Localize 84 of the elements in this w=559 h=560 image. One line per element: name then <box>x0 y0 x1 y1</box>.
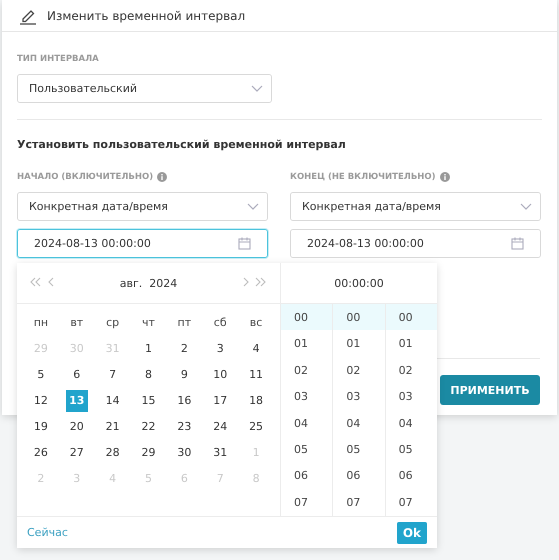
chevron-left-icon <box>48 277 54 287</box>
info-icon <box>157 172 168 182</box>
calendar-day[interactable]: 25 <box>245 416 268 438</box>
section-heading: Установить пользовательский временной интервал <box>17 138 347 151</box>
time-option[interactable]: 05 <box>281 436 332 462</box>
time-option[interactable]: 06 <box>386 462 437 489</box>
dialog-title: Изменить временной интервал <box>47 8 246 22</box>
time-option[interactable]: 06 <box>281 462 332 489</box>
time-option[interactable]: 03 <box>333 383 385 410</box>
calendar-day[interactable]: 21 <box>102 416 124 438</box>
mode-select[interactable]: Конкретная дата/время <box>290 192 541 221</box>
time-option[interactable]: 00 <box>386 304 437 330</box>
calendar-day[interactable]: 24 <box>209 416 232 438</box>
calendar-day[interactable]: 27 <box>66 442 88 464</box>
calendar-day[interactable]: 5 <box>30 364 52 386</box>
time-option[interactable]: 01 <box>386 330 437 357</box>
time-option[interactable]: 01 <box>281 330 332 357</box>
calendar-day[interactable]: 9 <box>173 364 196 386</box>
info-icon <box>440 172 450 182</box>
time-option[interactable]: 02 <box>386 356 437 384</box>
interval-type-select[interactable]: Пользовательский <box>17 74 272 103</box>
time-option[interactable]: 07 <box>281 488 332 516</box>
calendar-day[interactable]: 6 <box>66 364 88 386</box>
month-label: авг. 2024 <box>118 276 178 290</box>
mode-select[interactable]: Конкретная дата/время <box>17 192 268 221</box>
time-option[interactable]: 03 <box>386 383 437 410</box>
weekday-label: вт <box>69 315 84 331</box>
calendar-day[interactable]: 31 <box>209 442 232 464</box>
calendar-day[interactable]: 17 <box>209 390 232 412</box>
calendar-day[interactable]: 14 <box>102 390 124 412</box>
calendar-day[interactable]: 16 <box>173 390 196 412</box>
time-option[interactable]: 04 <box>386 410 437 436</box>
weekday-label: ср <box>105 315 120 331</box>
datetime-field[interactable]: 2024-08-13 00:00:00 <box>290 229 541 258</box>
weekday-label: чт <box>141 315 156 331</box>
double-chevron-left-icon <box>30 277 42 287</box>
field-label: КОНЕЦ (НЕ ВКЛЮЧИТЕЛЬНО) <box>290 172 436 182</box>
time-option[interactable]: 04 <box>281 410 332 436</box>
calendar-day[interactable]: 7 <box>102 364 124 386</box>
calendar-day[interactable]: 10 <box>209 364 232 386</box>
apply-button[interactable]: ПРИМЕНИТЬ <box>440 375 540 405</box>
time-option[interactable]: 03 <box>281 383 332 410</box>
chevron-right-icon <box>243 277 249 287</box>
calendar-day[interactable]: 4 <box>245 338 268 360</box>
time-option[interactable]: 04 <box>333 410 385 436</box>
calendar-day[interactable]: 11 <box>245 364 268 386</box>
weekday-label: вс <box>248 315 264 331</box>
time-option[interactable]: 05 <box>333 436 385 462</box>
calendar-icon <box>238 237 251 250</box>
calendar-day[interactable]: 23 <box>173 416 196 438</box>
field-label: НАЧАЛО (ВКЛЮЧИТЕЛЬНО) <box>17 172 154 182</box>
calendar-icon <box>511 237 524 250</box>
time-option[interactable]: 00 <box>281 304 332 330</box>
calendar-day[interactable]: 15 <box>137 390 160 412</box>
time-option[interactable]: 05 <box>386 436 437 462</box>
weekday-label: пн <box>32 315 50 331</box>
calendar-day[interactable]: 30 <box>173 442 196 464</box>
calendar-day[interactable]: 26 <box>30 442 52 464</box>
time-option[interactable]: 07 <box>386 488 437 516</box>
time-option[interactable]: 00 <box>333 304 385 330</box>
calendar-day[interactable]: 28 <box>102 442 124 464</box>
calendar-day[interactable]: 8 <box>137 364 160 386</box>
double-chevron-right-icon <box>255 277 267 287</box>
datetime-field[interactable]: 2024-08-13 00:00:00 <box>17 229 268 258</box>
calendar-day[interactable]: 18 <box>245 390 268 412</box>
chevron-down-icon <box>520 202 532 210</box>
calendar-day[interactable]: 1 <box>137 338 160 360</box>
calendar-day[interactable]: 2 <box>173 338 196 360</box>
time-option[interactable]: 06 <box>333 462 385 489</box>
time-option[interactable]: 02 <box>333 356 385 384</box>
chevron-down-icon <box>251 84 263 92</box>
calendar-day[interactable]: 20 <box>66 416 88 438</box>
field-label: ТИП ИНТЕРВАЛА <box>17 54 99 64</box>
chevron-down-icon <box>247 202 259 210</box>
time-option[interactable]: 07 <box>333 488 385 516</box>
calendar-day[interactable]: 22 <box>137 416 160 438</box>
calendar-day[interactable]: 3 <box>209 338 232 360</box>
time-option[interactable]: 02 <box>281 356 332 384</box>
weekday-label: пт <box>176 315 192 331</box>
calendar-day[interactable]: 12 <box>30 390 52 412</box>
calendar-day[interactable]: 19 <box>30 416 52 438</box>
calendar-day[interactable]: 29 <box>137 442 160 464</box>
time-option[interactable]: 01 <box>333 330 385 357</box>
weekday-label: сб <box>212 315 228 331</box>
